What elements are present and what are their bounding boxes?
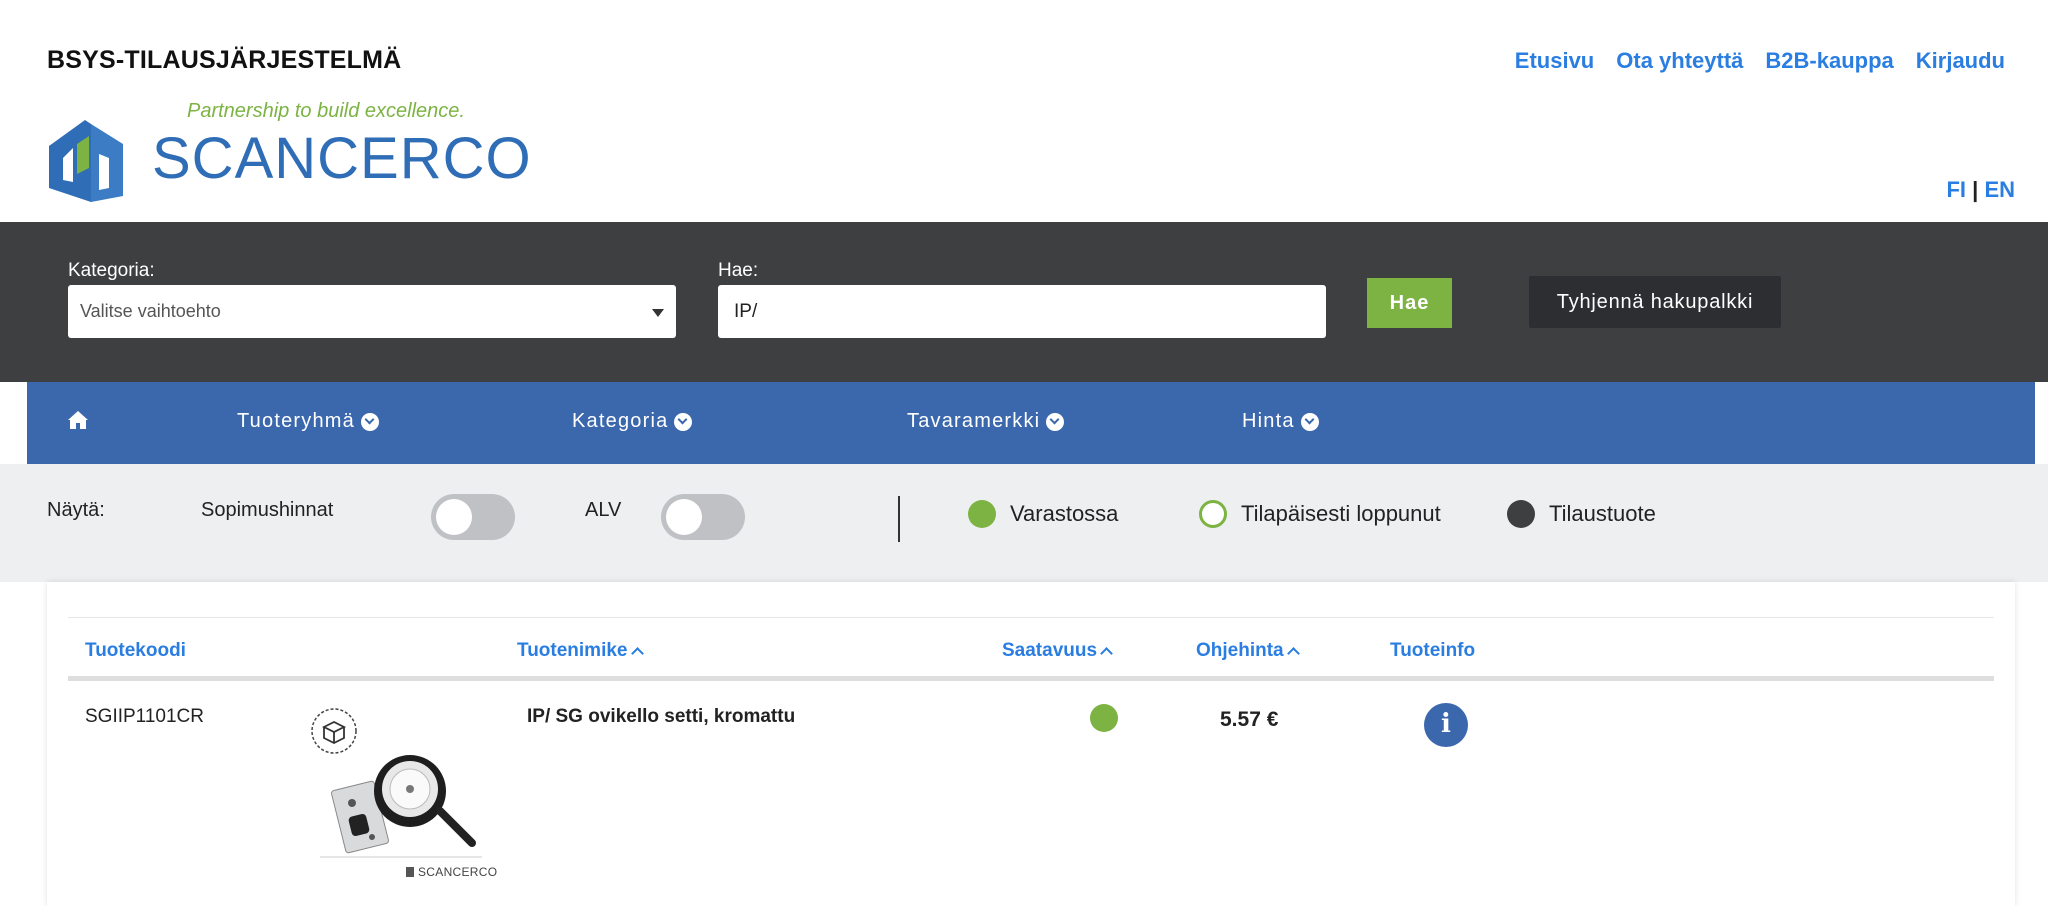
table-header: Tuotekoodi Tuotenimike Saatavuus Ohjehin… <box>68 617 1994 681</box>
product-code: SGIIP1101CR <box>85 706 204 727</box>
filter-nav: Tuoteryhmä Kategoria Tavaramerkki Hinta <box>27 382 2035 464</box>
legend-temporarily-out: Tilapäisesti loppunut <box>1199 500 1441 528</box>
product-price: 5.57 € <box>1220 708 1279 731</box>
nav-link-home[interactable]: Etusivu <box>1515 48 1594 74</box>
product-image-brand: SCANCERCO <box>418 865 498 879</box>
category-label: Kategoria: <box>68 260 155 281</box>
chevron-down-icon <box>1300 412 1319 431</box>
in-stock-dot-icon <box>968 500 996 528</box>
category-select[interactable]: Valitse vaihtoehto <box>68 285 676 338</box>
chevron-down-icon <box>360 412 379 431</box>
legend-temporarily-out-label: Tilapäisesti loppunut <box>1241 501 1441 526</box>
column-header-name-label: Tuotenimike <box>517 640 628 661</box>
column-header-name[interactable]: Tuotenimike <box>517 640 644 662</box>
column-header-code[interactable]: Tuotekoodi <box>85 640 186 662</box>
search-input[interactable] <box>718 285 1326 338</box>
language-switcher: FI | EN <box>1946 177 2015 203</box>
contract-prices-toggle[interactable] <box>431 494 515 540</box>
search-button[interactable]: Hae <box>1367 278 1452 328</box>
vat-label: ALV <box>585 499 622 521</box>
house-logo-icon <box>49 120 123 202</box>
vat-toggle[interactable] <box>661 494 745 540</box>
logo-wordmark: SCANCERCO <box>152 126 532 191</box>
toggle-knob <box>436 499 472 535</box>
display-options-bar: Näytä: Sopimushinnat ALV Varastossa Tila… <box>0 464 2048 582</box>
column-header-info[interactable]: Tuoteinfo <box>1390 640 1475 662</box>
availability-in-stock-icon <box>1090 704 1118 732</box>
product-image[interactable]: SCANCERCO <box>310 707 497 887</box>
sort-up-icon <box>1100 647 1113 660</box>
sort-up-icon <box>1286 647 1300 660</box>
column-header-availability[interactable]: Saatavuus <box>1002 640 1113 662</box>
top-nav: Etusivu Ota yhteyttä B2B-kauppa Kirjaudu <box>1515 48 2005 74</box>
nav-link-b2b-shop[interactable]: B2B-kauppa <box>1765 48 1893 74</box>
filter-brand[interactable]: Tavaramerkki <box>907 410 1065 433</box>
product-name[interactable]: IP/ SG ovikello setti, kromattu <box>527 706 795 728</box>
search-label: Hae: <box>718 260 759 281</box>
divider <box>898 496 900 542</box>
results-panel: Tuotekoodi Tuotenimike Saatavuus Ohjehin… <box>47 582 2015 906</box>
filter-category[interactable]: Kategoria <box>572 410 693 433</box>
show-label: Näytä: <box>47 499 105 521</box>
sort-up-icon <box>630 647 644 660</box>
column-header-code-label: Tuotekoodi <box>85 640 186 661</box>
legend-order-item-label: Tilaustuote <box>1549 501 1656 526</box>
info-icon[interactable]: i <box>1424 703 1468 747</box>
legend-in-stock-label: Varastossa <box>1010 501 1119 526</box>
lang-separator: | <box>1972 177 1979 202</box>
order-item-dot-icon <box>1507 500 1535 528</box>
nav-link-contact[interactable]: Ota yhteyttä <box>1616 48 1743 74</box>
site-title: BSYS-TILAUSJÄRJESTELMÄ <box>47 46 402 74</box>
filter-brand-label: Tavaramerkki <box>907 410 1041 432</box>
filter-price-label: Hinta <box>1242 410 1295 432</box>
caret-down-icon <box>652 309 664 317</box>
logo-tagline: Partnership to build excellence. <box>187 100 465 122</box>
nav-link-login[interactable]: Kirjaudu <box>1916 48 2005 74</box>
contract-prices-label: Sopimushinnat <box>201 499 334 521</box>
clear-search-button[interactable]: Tyhjennä hakupalkki <box>1529 276 1781 328</box>
column-header-availability-label: Saatavuus <box>1002 640 1098 661</box>
site-header: BSYS-TILAUSJÄRJESTELMÄ Etusivu Ota yhtey… <box>0 0 2048 222</box>
legend-in-stock: Varastossa <box>968 500 1118 528</box>
home-icon[interactable] <box>67 410 89 435</box>
chevron-down-icon <box>1046 412 1065 431</box>
scancerco-logo[interactable]: Partnership to build excellence. SCANCER… <box>47 100 531 204</box>
filter-price[interactable]: Hinta <box>1242 410 1319 433</box>
temporarily-out-ring-icon <box>1199 500 1227 528</box>
lang-fi-link[interactable]: FI <box>1946 177 1966 202</box>
filter-product-group[interactable]: Tuoteryhmä <box>237 410 379 433</box>
search-bar: Kategoria: Valitse vaihtoehto Hae: Hae T… <box>0 222 2048 382</box>
column-header-price-label: Ohjehinta <box>1196 640 1284 661</box>
lang-en-link[interactable]: EN <box>1984 177 2015 202</box>
legend-order-item: Tilaustuote <box>1507 500 1656 528</box>
filter-category-label: Kategoria <box>572 410 669 432</box>
toggle-knob <box>666 499 702 535</box>
column-header-price[interactable]: Ohjehinta <box>1196 640 1300 662</box>
column-header-info-label: Tuoteinfo <box>1390 640 1476 661</box>
chevron-down-icon <box>674 412 693 431</box>
filter-product-group-label: Tuoteryhmä <box>237 410 355 432</box>
category-select-value: Valitse vaihtoehto <box>80 301 221 321</box>
